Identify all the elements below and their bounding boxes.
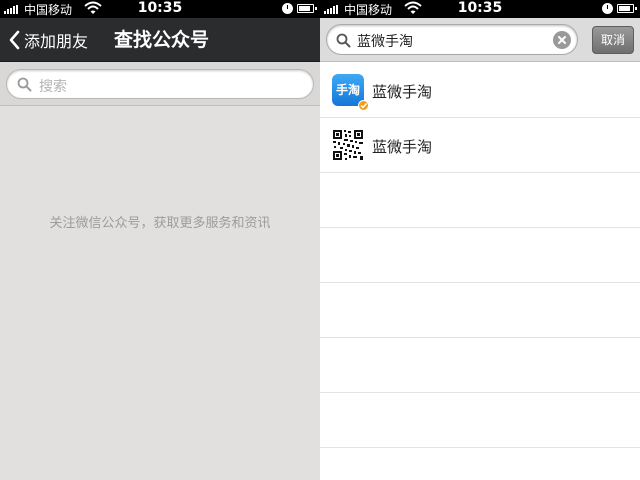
empty-state-hint: 关注微信公众号，获取更多服务和资讯 [49, 216, 271, 231]
search-bar: 搜索 [0, 62, 320, 106]
search-results-screen: 中国移动 10:35 蓝微手淘 取消 手淘 蓝微手淘 蓝微手淘 [320, 0, 640, 480]
status-time: 10:35 [457, 0, 503, 16]
result-name: 蓝微手淘 [372, 83, 433, 101]
clear-icon [558, 36, 566, 44]
search-placeholder: 搜索 [39, 79, 67, 95]
search-input[interactable]: 搜索 [6, 69, 314, 99]
empty-list-row [320, 283, 640, 338]
empty-list-row [320, 173, 640, 228]
nav-bar: 添加朋友 查找公众号 [0, 18, 320, 62]
page-title: 查找公众号 [114, 29, 210, 51]
search-result-row[interactable]: 手淘 蓝微手淘 [320, 63, 640, 118]
cancel-button[interactable]: 取消 [592, 26, 634, 54]
search-icon [17, 77, 32, 92]
status-time: 10:35 [137, 0, 183, 16]
result-name: 蓝微手淘 [372, 138, 433, 156]
empty-list-row [320, 338, 640, 393]
search-icon [336, 33, 351, 48]
empty-list-row [320, 228, 640, 283]
status-bar: 中国移动 10:35 [0, 0, 320, 18]
search-input[interactable]: 蓝微手淘 [326, 24, 578, 55]
empty-list-row [320, 393, 640, 448]
find-official-account-screen: 中国移动 10:35 添加朋友 查找公众号 搜索 关注微信公众号，获取更多服务和… [0, 0, 320, 480]
back-button-label: 添加朋友 [24, 32, 89, 51]
clear-search-button[interactable] [553, 31, 571, 49]
back-button[interactable]: 添加朋友 [8, 18, 88, 62]
chevron-left-icon [9, 30, 20, 50]
search-bar: 蓝微手淘 取消 [320, 18, 640, 62]
battery-icon [617, 4, 637, 13]
alarm-clock-icon [282, 3, 293, 14]
status-bar: 中国移动 10:35 [320, 0, 640, 18]
search-result-row[interactable]: 蓝微手淘 [320, 118, 640, 173]
verified-badge-icon [358, 100, 369, 111]
search-query: 蓝微手淘 [357, 34, 413, 50]
battery-icon [297, 4, 317, 13]
alarm-clock-icon [602, 3, 613, 14]
qr-code-icon [332, 129, 364, 161]
